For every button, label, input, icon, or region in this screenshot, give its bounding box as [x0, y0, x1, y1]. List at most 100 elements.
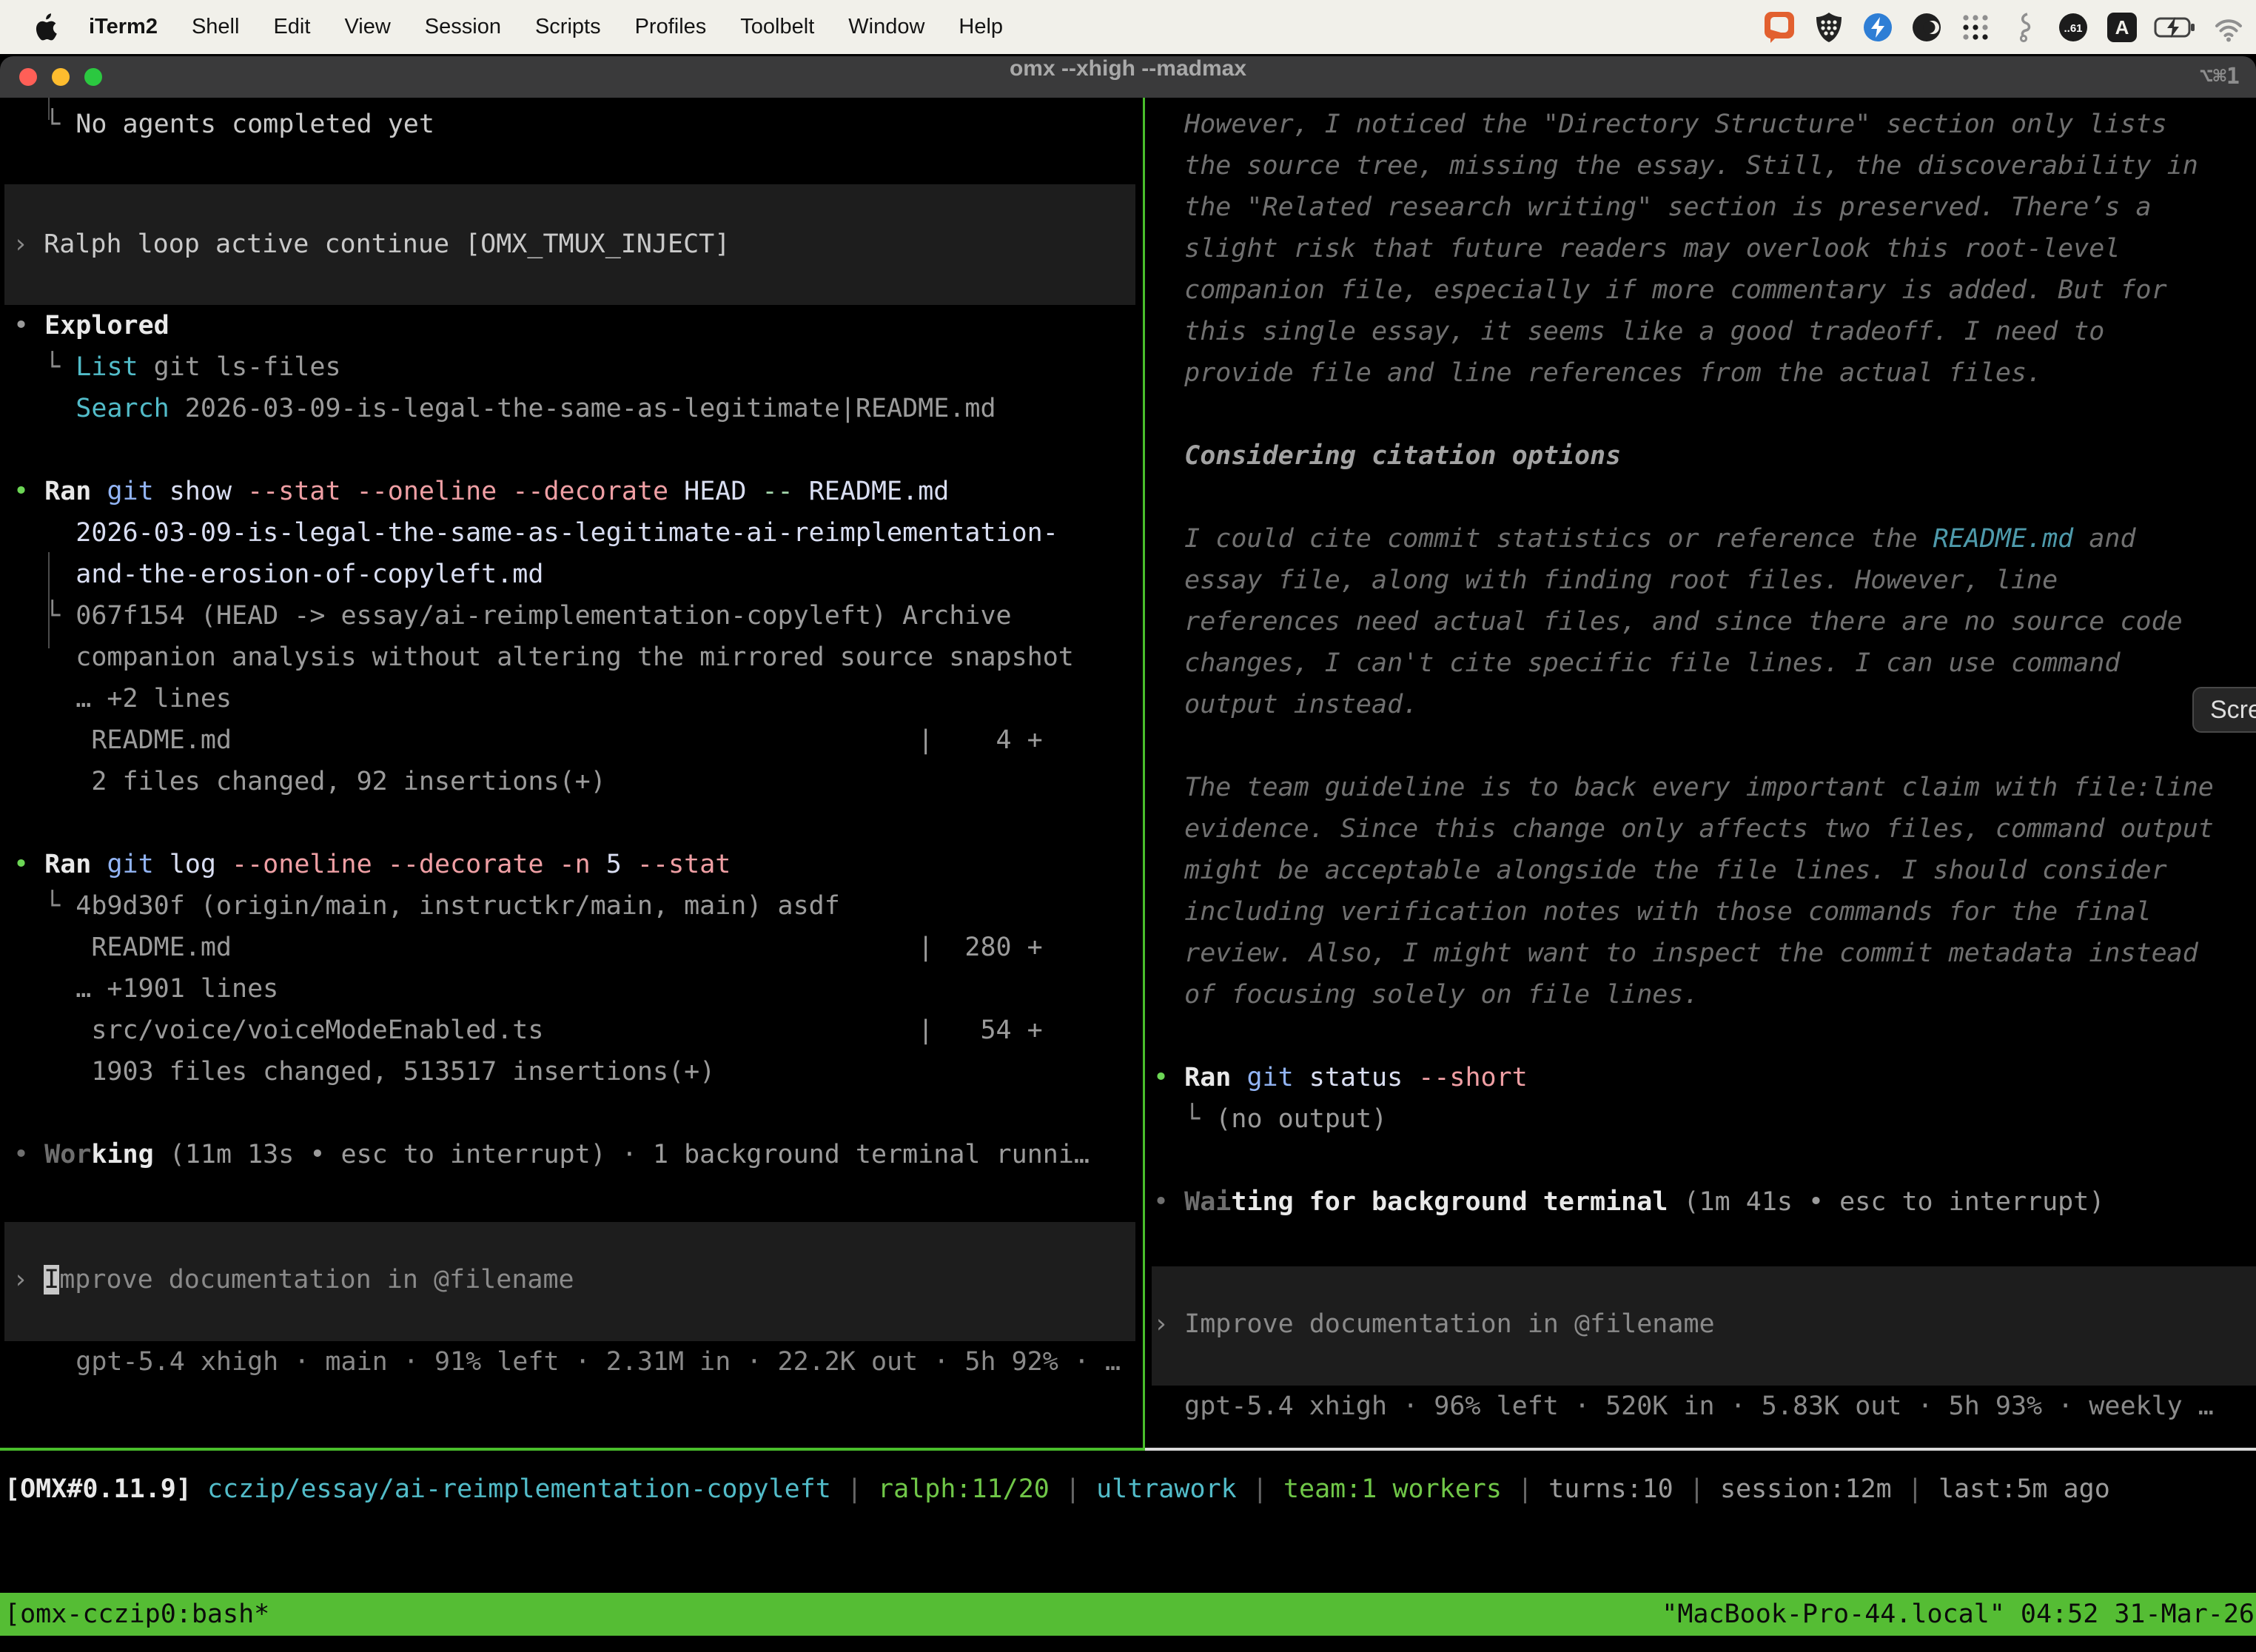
terminal-line: review. Also, I might want to inspect th… [1153, 933, 2256, 974]
tmux-host-clock: "MacBook-Pro-44.local" 04:52 31-Mar-26 [1662, 1599, 2255, 1629]
chat-bubble-icon[interactable] [1763, 10, 1797, 44]
right-pane[interactable]: However, I noticed the "Directory Struct… [1152, 98, 2256, 1449]
input-source-icon[interactable]: A [2105, 10, 2139, 44]
terminal-line: … +1901 lines [13, 968, 1143, 1010]
left-pane-top-lines: └ No agents completed yet [13, 104, 1143, 145]
terminal-line [1153, 1015, 2256, 1057]
terminal-line: › Ralph loop active continue [OMX_TMUX_I… [13, 224, 1135, 265]
left-pane-bottom-border [0, 1448, 1143, 1451]
terminal-line: • Ran git status --short [1153, 1057, 2256, 1098]
battery-icon[interactable] [2154, 10, 2197, 44]
terminal-line: • Waiting for background terminal (1m 41… [1153, 1181, 2256, 1223]
tree-connector-top [48, 98, 50, 120]
terminal-line [13, 429, 1143, 471]
terminal-line: evidence. Since this change only affects… [1153, 808, 2256, 850]
terminal-line: └ (no output) [1153, 1098, 2256, 1140]
terminal-line: Search 2026-03-09-is-legal-the-same-as-l… [13, 388, 1143, 429]
left-pane[interactable]: └ No agents completed yet › Ralph loop a… [0, 98, 1143, 1449]
terminal-line: src/voice/voiceModeEnabled.ts | 54 + [13, 1010, 1143, 1051]
terminal-line: the source tree, missing the essay. Stil… [1153, 145, 2256, 187]
terminal-line: and-the-erosion-of-copyleft.md [13, 554, 1143, 595]
terminal-line: slight risk that future readers may over… [1153, 228, 2256, 269]
tmux-session-label: [omx-cczip0:bash* [4, 1599, 269, 1629]
dots-grid-icon[interactable] [1958, 10, 1993, 44]
terminal-line: • Ran git log --oneline --decorate -n 5 … [13, 844, 1143, 885]
terminal-line: companion file, especially if more comme… [1153, 269, 2256, 311]
terminal-line: └ List git ls-files [13, 346, 1143, 388]
terminal-line [1153, 725, 2256, 767]
left-pane-statusline: gpt-5.4 xhigh · main · 91% left · 2.31M … [13, 1341, 1143, 1383]
terminal-line: › Improve documentation in @filename [1153, 1303, 2256, 1345]
ralph-inject-box[interactable]: › Ralph loop active continue [OMX_TMUX_I… [4, 184, 1135, 305]
terminal-line: └ No agents completed yet [13, 104, 1143, 145]
terminal-line: output instead. [1153, 684, 2256, 725]
terminal-line: of focusing solely on file lines. [1153, 974, 2256, 1015]
terminal-line: • Explored [13, 305, 1143, 346]
bolt-badge-icon[interactable] [1861, 10, 1895, 44]
terminal-line: references need actual files, and since … [1153, 601, 2256, 642]
tree-connector [48, 552, 50, 648]
menu-item-shell[interactable]: Shell [192, 15, 240, 39]
menu-item-session[interactable]: Session [425, 15, 501, 39]
window-titlebar: omx --xhigh --madmax ⌥⌘1 [0, 56, 2256, 98]
terminal-line: including verification notes with those … [1153, 891, 2256, 933]
terminal-content: └ No agents completed yet › Ralph loop a… [0, 98, 2256, 1652]
apple-menu-icon[interactable] [33, 13, 58, 42]
terminal-line: • Working (11m 13s • esc to interrupt) ·… [13, 1134, 1143, 1175]
terminal-line: [OMX#0.11.9] cczip/essay/ai-reimplementa… [4, 1468, 2110, 1510]
terminal-line: Considering citation options [1153, 435, 2256, 477]
menu-item-profiles[interactable]: Profiles [635, 15, 707, 39]
menu-item-view[interactable]: View [344, 15, 390, 39]
terminal-line: gpt-5.4 xhigh · 96% left · 520K in · 5.8… [1153, 1386, 2256, 1427]
terminal-line: However, I noticed the "Directory Struct… [1153, 104, 2256, 145]
terminal-line: README.md | 280 + [13, 927, 1143, 968]
omx-status-line: [OMX#0.11.9] cczip/essay/ai-reimplementa… [4, 1468, 2110, 1510]
hook-icon[interactable] [2007, 10, 2041, 44]
menu-item-edit[interactable]: Edit [273, 15, 310, 39]
terminal-line: 2 files changed, 92 insertions(+) [13, 761, 1143, 802]
right-pane-body: However, I noticed the "Directory Struct… [1153, 104, 2256, 1223]
right-prompt-input[interactable]: › Improve documentation in @filename [1152, 1266, 2256, 1386]
terminal-line: the "Related research writing" section i… [1153, 187, 2256, 228]
ralph-inject-text: › Ralph loop active continue [OMX_TMUX_I… [13, 224, 1135, 265]
terminal-line: essay file, along with finding root file… [1153, 560, 2256, 601]
menu-item-window[interactable]: Window [848, 15, 924, 39]
crescent-icon[interactable] [1910, 10, 1944, 44]
menu-item-iterm2[interactable]: iTerm2 [89, 15, 158, 39]
left-pane-body: • Explored └ List git ls-files Search 20… [13, 305, 1143, 1175]
menu-item-help[interactable]: Help [959, 15, 1003, 39]
right-pane-statusline: gpt-5.4 xhigh · 96% left · 520K in · 5.8… [1153, 1386, 2256, 1427]
window-shortcut-badge: ⌥⌘1 [2200, 56, 2240, 98]
macos-menu-bar: iTerm2 Shell Edit View Session Scripts Profile… [0, 0, 2256, 54]
battery-61-icon[interactable]: ..61 [2056, 10, 2090, 44]
menu-item-scripts[interactable]: Scripts [535, 15, 601, 39]
wifi-icon[interactable] [2212, 10, 2246, 44]
window-title: omx --xhigh --madmax [0, 56, 2256, 98]
terminal-line: might be acceptable alongside the file l… [1153, 850, 2256, 891]
terminal-line: I could cite commit statistics or refere… [1153, 518, 2256, 560]
terminal-line: 2026-03-09-is-legal-the-same-as-legitima… [13, 512, 1143, 554]
terminal-line: changes, I can't cite specific file line… [1153, 642, 2256, 684]
left-prompt-input[interactable]: › Improve documentation in @filename [4, 1222, 1135, 1341]
right-prompt-text: › Improve documentation in @filename [1153, 1303, 2256, 1345]
right-pane-bottom-border [1145, 1448, 2256, 1451]
menu-status-icons: ..61 A [1763, 10, 2256, 44]
battery-badge-text: ..61 [2064, 22, 2082, 35]
terminal-line: this single essay, it seems like a good … [1153, 311, 2256, 352]
screen-tooltip-label: Scre [2210, 696, 2256, 725]
left-prompt-text: › Improve documentation in @filename [13, 1259, 1135, 1300]
terminal-line: provide file and line references from th… [1153, 352, 2256, 394]
terminal-line: companion analysis without altering the … [13, 637, 1143, 678]
terminal-line: 1903 files changed, 513517 insertions(+) [13, 1051, 1143, 1092]
terminal-line: • Ran git show --stat --oneline --decora… [13, 471, 1143, 512]
terminal-line: └ 4b9d30f (origin/main, instructkr/main,… [13, 885, 1143, 927]
terminal-line: gpt-5.4 xhigh · main · 91% left · 2.31M … [13, 1341, 1143, 1383]
menu-item-toolbelt[interactable]: Toolbelt [740, 15, 814, 39]
terminal-line [1153, 1140, 2256, 1181]
terminal-line [13, 1092, 1143, 1134]
tmux-status-bar: [omx-cczip0:bash* "MacBook-Pro-44.local"… [0, 1593, 2256, 1636]
pane-divider[interactable] [1143, 98, 1145, 1451]
shield-icon[interactable] [1812, 10, 1846, 44]
terminal-line: › Improve documentation in @filename [13, 1259, 1135, 1300]
terminal-line: └ 067f154 (HEAD -> essay/ai-reimplementa… [13, 595, 1143, 637]
